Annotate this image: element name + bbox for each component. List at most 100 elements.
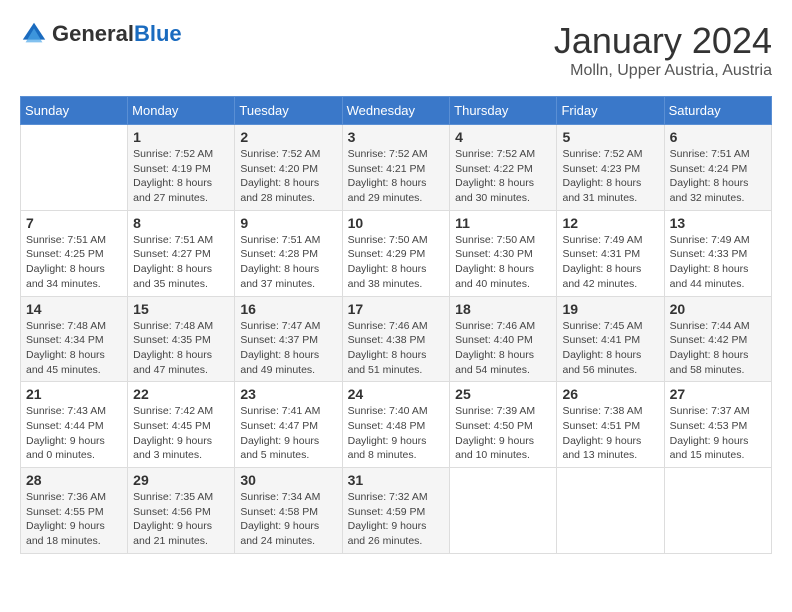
- calendar-cell: 18Sunrise: 7:46 AMSunset: 4:40 PMDayligh…: [450, 296, 557, 382]
- daylight-text: Daylight: 8 hours and 34 minutes.: [26, 263, 105, 290]
- day-info: Sunrise: 7:52 AMSunset: 4:23 PMDaylight:…: [562, 147, 658, 206]
- daylight-text: Daylight: 8 hours and 42 minutes.: [562, 263, 641, 290]
- day-number: 6: [670, 129, 766, 145]
- sunrise-text: Sunrise: 7:52 AM: [133, 148, 213, 160]
- sunset-text: Sunset: 4:55 PM: [26, 506, 104, 518]
- calendar-cell: 23 Sunrise: 7:41 AMSunset: 4:47 PMDayligh…: [235, 382, 342, 468]
- sunrise-text: Sunrise: 7:43 AM: [26, 405, 106, 417]
- sunset-text: Sunset: 4:29 PM: [348, 248, 426, 260]
- header-row: SundayMondayTuesdayWednesdayThursdayFrid…: [21, 97, 772, 125]
- sunrise-text: Sunrise: 7:40 AM: [348, 405, 428, 417]
- day-number: 8: [133, 215, 229, 231]
- sunrise-text: Sunrise: 7:48 AM: [133, 320, 213, 332]
- sunset-text: Sunset: 4:33 PM: [670, 248, 748, 260]
- main-title: January 2024: [554, 20, 772, 62]
- daylight-text: Daylight: 9 hours and 26 minutes.: [348, 520, 427, 547]
- sunrise-text: Sunrise: 7:35 AM: [133, 491, 213, 503]
- day-number: 29: [133, 472, 229, 488]
- day-info: Sunrise: 7:37 AMSunset: 4:53 PMDaylight:…: [670, 404, 766, 463]
- daylight-text: Daylight: 8 hours and 49 minutes.: [240, 349, 319, 376]
- sunrise-text: Sunrise: 7:49 AM: [562, 234, 642, 246]
- daylight-text: Daylight: 9 hours and 15 minutes.: [670, 435, 749, 462]
- day-number: 3: [348, 129, 445, 145]
- header-cell-friday: Friday: [557, 97, 664, 125]
- calendar-cell: 12Sunrise: 7:49 AMSunset: 4:31 PMDayligh…: [557, 210, 664, 296]
- calendar-cell: [664, 468, 771, 554]
- day-number: 28: [26, 472, 122, 488]
- sunset-text: Sunset: 4:31 PM: [562, 248, 640, 260]
- day-number: 17: [348, 301, 445, 317]
- calendar-cell: 9Sunrise: 7:51 AMSunset: 4:28 PMDaylight…: [235, 210, 342, 296]
- day-info: Sunrise: 7:41 AMSunset: 4:47 PMDaylight:…: [240, 404, 336, 463]
- sunset-text: Sunset: 4:22 PM: [455, 163, 533, 175]
- day-info: Sunrise: 7:38 AMSunset: 4:51 PMDaylight:…: [562, 404, 658, 463]
- calendar-cell: 2 Sunrise: 7:52 AM Sunset: 4:20 PM Daylight…: [235, 125, 342, 211]
- day-info: Sunrise: 7:40 AMSunset: 4:48 PMDaylight:…: [348, 404, 445, 463]
- sunset-text: Sunset: 4:20 PM: [240, 163, 318, 175]
- sunset-text: Sunset: 4:41 PM: [562, 334, 640, 346]
- title-block: January 2024 Molln, Upper Austria, Austr…: [554, 20, 772, 80]
- daylight-text: Daylight: 8 hours and 28 minutes.: [240, 177, 319, 204]
- daylight-text: Daylight: 8 hours and 47 minutes.: [133, 349, 212, 376]
- sunrise-text: Sunrise: 7:48 AM: [26, 320, 106, 332]
- calendar-cell: 3 Sunrise: 7:52 AMSunset: 4:21 PMDaylight…: [342, 125, 450, 211]
- week-row-1: 1 Sunrise: 7:52 AM Sunset: 4:19 PM Daylight…: [21, 125, 772, 211]
- sunrise-text: Sunrise: 7:36 AM: [26, 491, 106, 503]
- header-cell-sunday: Sunday: [21, 97, 128, 125]
- calendar-cell: 28Sunrise: 7:36 AMSunset: 4:55 PMDayligh…: [21, 468, 128, 554]
- day-info: Sunrise: 7:50 AMSunset: 4:30 PMDaylight:…: [455, 233, 551, 292]
- calendar-cell: 6Sunrise: 7:51 AMSunset: 4:24 PMDaylight…: [664, 125, 771, 211]
- day-info: Sunrise: 7:51 AMSunset: 4:28 PMDaylight:…: [240, 233, 336, 292]
- day-info: Sunrise: 7:45 AM Sunset: 4:41 PM Daylight:…: [562, 319, 658, 378]
- calendar-cell: 21Sunrise: 7:43 AMSunset: 4:44 PMDayligh…: [21, 382, 128, 468]
- sunset-text: Sunset: 4:53 PM: [670, 420, 748, 432]
- daylight-text: Daylight: 8 hours and 54 minutes.: [455, 349, 534, 376]
- daylight-text: Daylight: 9 hours and 3 minutes.: [133, 435, 212, 462]
- week-row-4: 21Sunrise: 7:43 AMSunset: 4:44 PMDayligh…: [21, 382, 772, 468]
- sunrise-text: Sunrise: 7:46 AM: [455, 320, 535, 332]
- calendar-cell: 10Sunrise: 7:50 AMSunset: 4:29 PMDayligh…: [342, 210, 450, 296]
- sunrise-text: Sunrise: 7:51 AM: [133, 234, 213, 246]
- sunset-text: Sunset: 4:58 PM: [240, 506, 318, 518]
- sunrise-text: Sunrise: 7:49 AM: [670, 234, 750, 246]
- calendar-cell: 20Sunrise: 7:44 AMSunset: 4:42 PMDayligh…: [664, 296, 771, 382]
- day-number: 2: [240, 129, 336, 145]
- sunrise-text: Sunrise: 7:45 AM: [562, 320, 642, 332]
- daylight-text: Daylight: 8 hours and 30 minutes.: [455, 177, 534, 204]
- header-cell-tuesday: Tuesday: [235, 97, 342, 125]
- calendar-cell: 19Sunrise: 7:45 AMSunset: 4:41 PMDayligh…: [557, 296, 664, 382]
- sunset-text: Sunset: 4:45 PM: [133, 420, 211, 432]
- daylight-text: Daylight: 8 hours and 38 minutes.: [348, 263, 427, 290]
- sunset-text: Sunset: 4:40 PM: [455, 334, 533, 346]
- daylight-text: Daylight: 9 hours and 13 minutes.: [562, 435, 641, 462]
- daylight-text: Daylight: 8 hours and 56 minutes.: [562, 349, 641, 376]
- calendar-cell: [450, 468, 557, 554]
- daylight-text: Daylight: 8 hours and 37 minutes.: [240, 263, 319, 290]
- day-info: Sunrise: 7:48 AMSunset: 4:34 PMDaylight:…: [26, 319, 122, 378]
- sunrise-text: Sunrise: 7:39 AM: [455, 405, 535, 417]
- sunset-text: Sunset: 4:44 PM: [26, 420, 104, 432]
- day-info: Sunrise: 7:47 AMSunset: 4:37 PMDaylight:…: [240, 319, 336, 378]
- day-number: 1: [133, 129, 229, 145]
- sunset-text: Sunset: 4:24 PM: [670, 163, 748, 175]
- daylight-text: Daylight: 9 hours and 5 minutes.: [240, 435, 319, 462]
- calendar-cell: [21, 125, 128, 211]
- day-number: 31: [348, 472, 445, 488]
- day-number: 13: [670, 215, 766, 231]
- day-info: Sunrise: 7:48 AMSunset: 4:35 PMDaylight:…: [133, 319, 229, 378]
- week-row-5: 28 Sunrise: 7:36 AM Sunset: 4:55 PM Dayligh…: [21, 468, 772, 554]
- day-info: Sunrise: 7:36 AMSunset: 4:55 PMDaylight:…: [26, 490, 122, 549]
- day-info: Sunrise: 7:52 AMSunset: 4:21 PMDaylight:…: [348, 147, 445, 206]
- header-cell-thursday: Thursday: [450, 97, 557, 125]
- logo-text: GeneralBlue: [52, 22, 182, 46]
- sunrise-text: Sunrise: 7:52 AM: [240, 148, 320, 160]
- day-number: 4: [455, 129, 551, 145]
- week-row-2: 7Sunrise: 7:51 AMSunset: 4:25 PMDaylight…: [21, 210, 772, 296]
- sunset-text: Sunset: 4:51 PM: [562, 420, 640, 432]
- sunset-text: Sunset: 4:30 PM: [455, 248, 533, 260]
- calendar-cell: 14Sunrise: 7:48 AMSunset: 4:34 PMDayligh…: [21, 296, 128, 382]
- sunset-text: Sunset: 4:23 PM: [562, 163, 640, 175]
- sunset-text: Sunset: 4:19 PM: [133, 163, 211, 175]
- calendar-cell: 29Sunrise: 7:35 AMSunset: 4:56 PMDayligh…: [128, 468, 235, 554]
- day-number: 23: [240, 386, 336, 402]
